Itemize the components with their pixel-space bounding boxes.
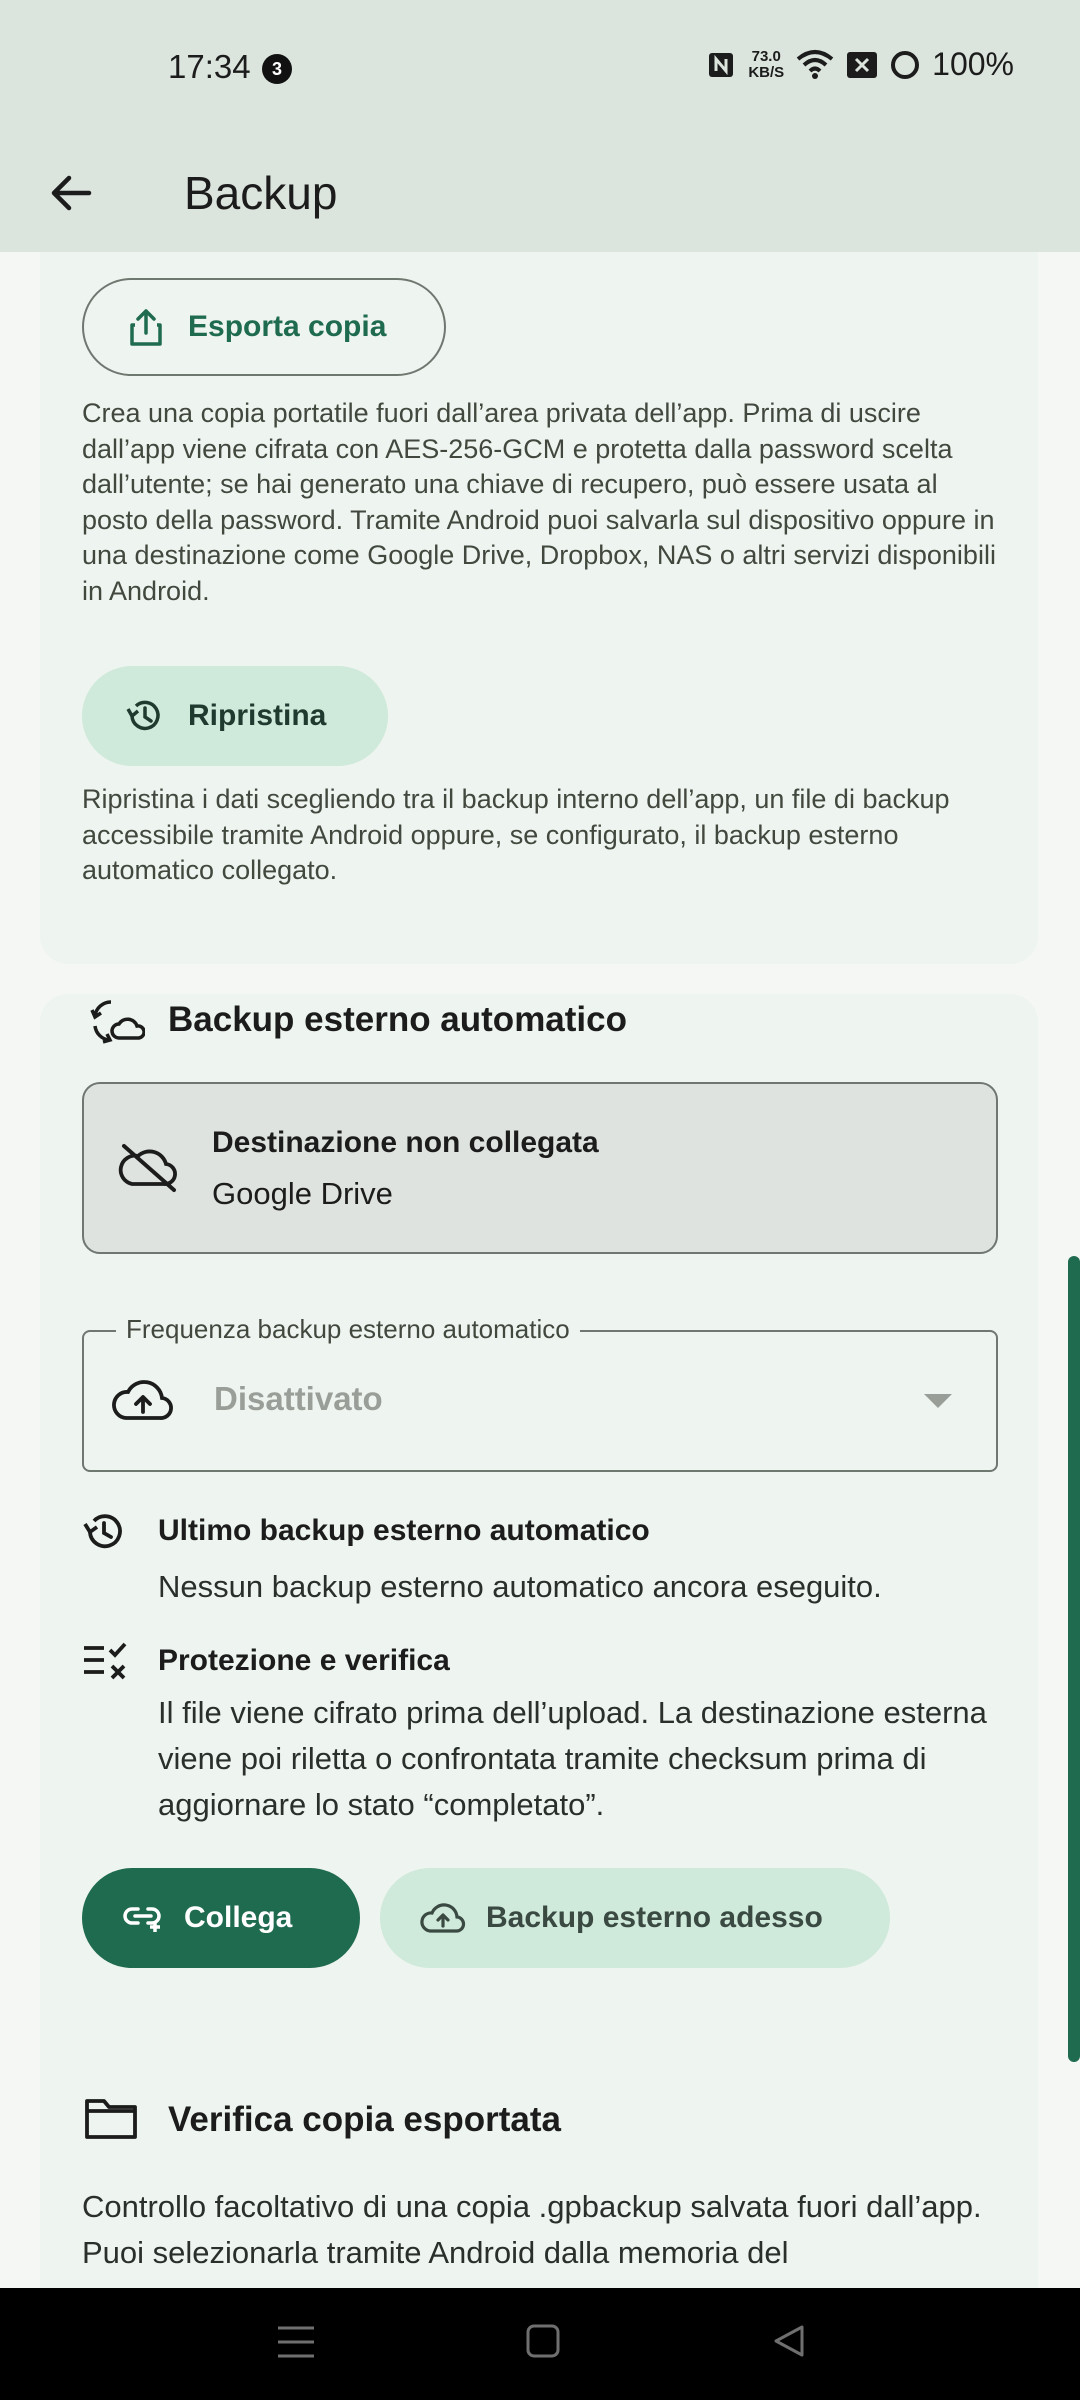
home-button[interactable] <box>526 2324 560 2358</box>
frequency-dropdown[interactable]: Frequenza backup esterno automatico Disa… <box>82 1314 998 1472</box>
page-title: Backup <box>184 167 338 219</box>
connect-button-label: Collega <box>184 1901 293 1934</box>
connect-button[interactable]: Collega <box>82 1868 360 1968</box>
cloud-off-icon <box>118 1142 180 1194</box>
notification-count-badge: 3 <box>262 54 292 84</box>
verify-description: Controllo facoltativo di una copia .gpba… <box>82 2189 982 2270</box>
status-icons: 73.0 KB/S 100% <box>706 46 1014 83</box>
no-sim-icon <box>846 51 878 79</box>
frequency-label: Frequenza backup esterno automatico <box>116 1314 580 1345</box>
cloud-upload-icon <box>112 1376 174 1424</box>
recent-apps-button[interactable] <box>276 2324 316 2360</box>
network-speed-value: 73.0 <box>751 47 781 65</box>
history-icon <box>124 695 166 737</box>
network-speed: 73.0 KB/S <box>748 47 785 81</box>
destination-service: Google Drive <box>212 1176 393 1211</box>
protection-text: Il file viene cifrato prima dell’upload.… <box>158 1695 987 1822</box>
destination-status-card[interactable]: Destinazione non collegata Google Drive <box>82 1082 998 1254</box>
status-time: 17:34 <box>168 48 251 85</box>
dropdown-arrow-icon <box>924 1394 952 1410</box>
square-icon <box>526 2324 560 2358</box>
auto-backup-title: Backup esterno automatico <box>168 1000 627 1039</box>
wifi-icon <box>796 49 834 81</box>
verify-title: Verifica copia esportata <box>168 2100 561 2139</box>
content-scroll[interactable]: Esporta copia Crea una copia portatile f… <box>0 252 1080 2288</box>
export-button-label: Esporta copia <box>188 310 387 343</box>
export-button[interactable]: Esporta copia <box>82 278 446 376</box>
verify-card: Verifica copia esportata Controllo facol… <box>40 2050 1038 2288</box>
back-button[interactable] <box>36 158 106 228</box>
status-bar: 17:34 3 73.0 KB/S 100% <box>0 0 1080 136</box>
last-backup-text: Nessun backup esterno automatico ancora … <box>158 1569 882 1604</box>
destination-title: Destinazione non collegata <box>212 1126 599 1159</box>
cloud-sync-icon <box>88 992 146 1050</box>
scrollbar[interactable] <box>1068 1256 1080 2062</box>
backup-now-button[interactable]: Backup esterno adesso <box>380 1868 890 1968</box>
restore-button[interactable]: Ripristina <box>82 666 388 766</box>
arrow-back-icon <box>51 175 92 211</box>
export-description: Crea una copia portatile fuori dall’area… <box>82 398 996 606</box>
share-upload-icon <box>126 307 166 347</box>
nfc-icon <box>706 50 736 80</box>
export-card: Esporta copia Crea una copia portatile f… <box>40 252 1038 964</box>
restore-description: Ripristina i dati scegliendo tra il back… <box>82 784 950 885</box>
app-bar: Backup <box>0 136 1080 252</box>
frequency-value: Disattivato <box>214 1380 383 1417</box>
add-link-icon <box>122 1903 164 1933</box>
triangle-back-icon <box>774 2325 804 2357</box>
menu-icon <box>278 2326 314 2358</box>
protection-title: Protezione e verifica <box>158 1644 450 1677</box>
last-backup-title: Ultimo backup esterno automatico <box>158 1514 650 1547</box>
checklist-icon <box>82 1642 128 1680</box>
network-speed-unit: KB/S <box>748 63 785 81</box>
battery-level: 100% <box>932 46 1014 82</box>
restore-button-label: Ripristina <box>188 699 327 732</box>
history-icon <box>80 1508 128 1556</box>
cloud-upload-icon <box>420 1901 466 1935</box>
battery-icon <box>890 50 920 80</box>
system-nav-bar <box>0 2288 1080 2400</box>
backup-now-button-label: Backup esterno adesso <box>486 1901 823 1934</box>
folder-icon <box>84 2096 138 2140</box>
back-nav-button[interactable] <box>772 2324 806 2358</box>
